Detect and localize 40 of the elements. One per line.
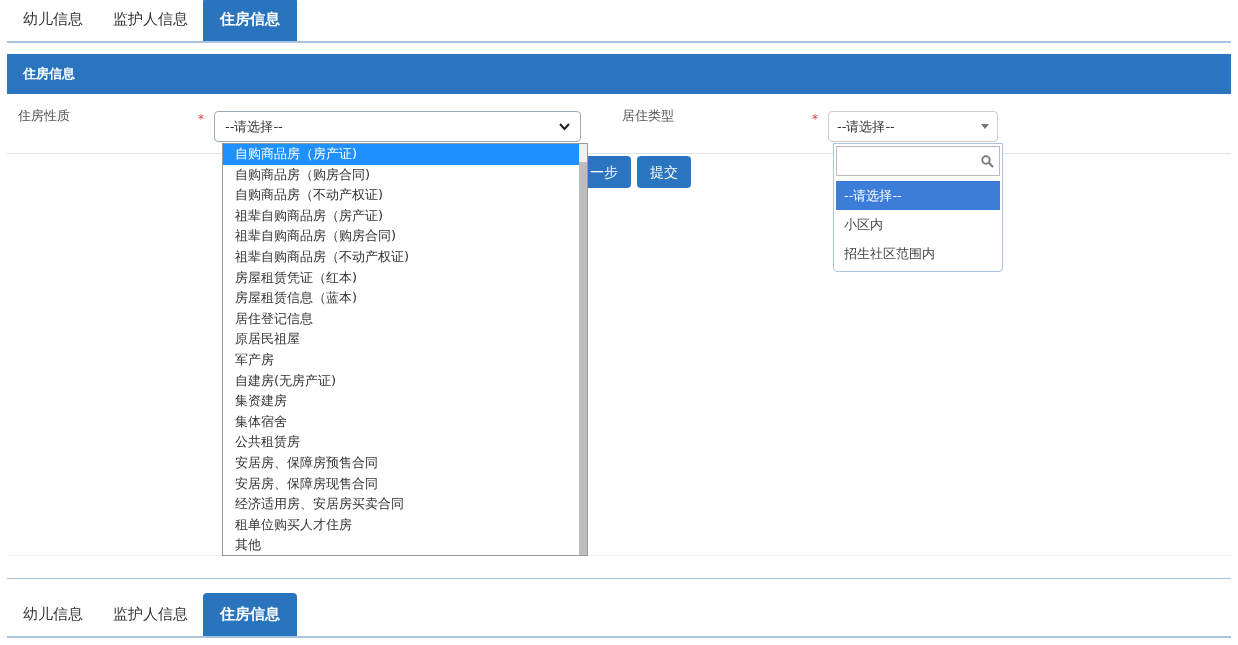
dropdown-option[interactable]: 经济适用房、安居房买卖合同 — [223, 494, 579, 515]
dropdown-option[interactable]: 自购商品房（购房合同) — [223, 164, 579, 186]
dropdown-option[interactable]: 自建房(无房产证) — [223, 370, 579, 392]
dropdown-option[interactable]: 小区内 — [836, 210, 1000, 239]
caret-down-icon — [981, 124, 989, 129]
field-label: 居住类型 — [622, 107, 675, 125]
housing-select[interactable]: --请选择-- — [214, 111, 581, 142]
tab[interactable]: 监护人信息 — [98, 593, 203, 636]
dropdown-option[interactable]: 房屋租赁信息（蓝本) — [223, 288, 579, 309]
form-button[interactable]: 提交 — [637, 156, 691, 188]
dropdown-option[interactable]: --请选择-- — [836, 181, 1000, 210]
dropdown-option[interactable]: 招生社区范围内 — [836, 239, 1000, 268]
dropdown-option[interactable]: 集资建房 — [223, 391, 579, 412]
dropdown-option[interactable]: 租单位购买人才住房 — [223, 514, 579, 536]
dropdown-option[interactable]: 祖辈自购商品房（购房合同) — [223, 226, 579, 247]
dropdown-option[interactable]: 原居民祖屋 — [223, 329, 579, 350]
section-title: 住房信息 — [23, 65, 75, 84]
required-mark: * — [812, 111, 819, 128]
dropdown-option[interactable]: 公共租赁房 — [223, 432, 579, 453]
field-label: 住房性质 — [18, 107, 71, 125]
dropdown-option[interactable]: 自购商品房（不动产权证) — [223, 185, 579, 206]
dropdown-option[interactable]: 安居房、保障房现售合同 — [223, 473, 579, 495]
required-mark: * — [198, 111, 205, 128]
dropdown-option[interactable]: 居住登记信息 — [223, 308, 579, 330]
dropdown-option[interactable]: 集体宿舍 — [223, 411, 579, 433]
residence-select[interactable]: --请选择-- — [828, 111, 998, 142]
tab[interactable]: 住房信息 — [203, 593, 297, 636]
tab[interactable]: 幼儿信息 — [8, 0, 98, 41]
tab[interactable]: 幼儿信息 — [8, 593, 98, 636]
dropdown-option[interactable]: 祖辈自购商品房（房产证) — [223, 205, 579, 227]
dropdown-option[interactable]: 军产房 — [223, 349, 579, 371]
tab[interactable]: 监护人信息 — [98, 0, 203, 41]
search-field[interactable] — [836, 146, 1000, 176]
dropdown-option[interactable]: 祖辈自购商品房（不动产权证) — [223, 246, 579, 268]
tab[interactable]: 住房信息 — [203, 0, 297, 41]
dropdown-option[interactable]: 其他 — [223, 535, 579, 555]
search-icon — [981, 154, 994, 168]
chevron-down-icon — [559, 122, 570, 131]
dropdown-option[interactable]: 房屋租赁凭证（红本) — [223, 267, 579, 289]
dropdown-option[interactable]: 安居房、保障房预售合同 — [223, 452, 579, 474]
